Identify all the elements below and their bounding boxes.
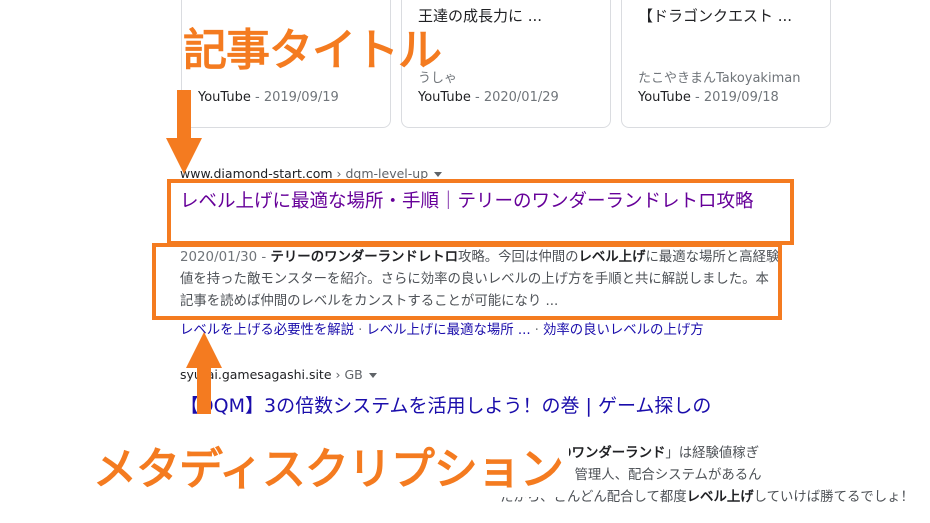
sitelink-separator: ·	[534, 323, 539, 338]
video-card-3[interactable]: 【ドラゴンクエスト ... たこやきまんTakoyakiman YouTube …	[621, 0, 831, 128]
snippet-fragment: 」は経験値稼ぎ	[665, 446, 760, 461]
video-card-meta: YouTube - 2019/09/19	[198, 90, 339, 105]
arrow-up-icon	[186, 332, 222, 414]
video-card-date: 2019/09/18	[703, 90, 779, 105]
arrow-down-icon	[166, 90, 202, 174]
video-card-title: 【ドラゴンクエスト ...	[638, 7, 793, 25]
chevron-down-icon[interactable]	[368, 373, 377, 378]
chevron-down-icon[interactable]	[434, 172, 443, 177]
video-card-meta: YouTube - 2019/09/18	[638, 90, 779, 105]
video-card-source: YouTube	[198, 90, 251, 105]
sitelink-separator: ·	[358, 323, 363, 338]
meta-highlight-box	[152, 243, 782, 320]
sitelinks: レベルを上げる必要性を解説 · レベル上げに最適な場所 ... · 効率の良いレベルの上…	[180, 318, 704, 338]
title-highlight-box	[167, 179, 794, 245]
meta-separator: -	[470, 90, 484, 105]
video-card-source: YouTube	[638, 90, 691, 105]
meta-separator: -	[250, 90, 264, 105]
title-annotation-label: 記事タイトル	[183, 25, 442, 76]
meta-annotation-label: メタディスクリプション	[93, 433, 569, 497]
sitelink[interactable]: レベル上げに最適な場所 ...	[366, 323, 530, 338]
video-card-author: たこやきまんTakoyakiman	[638, 71, 801, 86]
meta-separator: -	[690, 90, 704, 105]
video-card-source: YouTube	[418, 90, 471, 105]
video-card-meta: YouTube - 2020/01/29	[418, 90, 559, 105]
video-card-date: 2019/09/19	[263, 90, 339, 105]
video-card-date: 2020/01/29	[483, 90, 559, 105]
cite-path: › GB	[331, 367, 363, 382]
snippet-fragment: レベル上げ	[686, 490, 754, 505]
snippet-fragment: していけば勝てるでしょ！	[753, 490, 914, 505]
result-title-link[interactable]: 【DQM】3の倍数システムを活用しよう！の巻 | ゲーム探しの	[180, 391, 711, 418]
sitelink[interactable]: 効率の良いレベルの上げ方	[543, 323, 704, 338]
